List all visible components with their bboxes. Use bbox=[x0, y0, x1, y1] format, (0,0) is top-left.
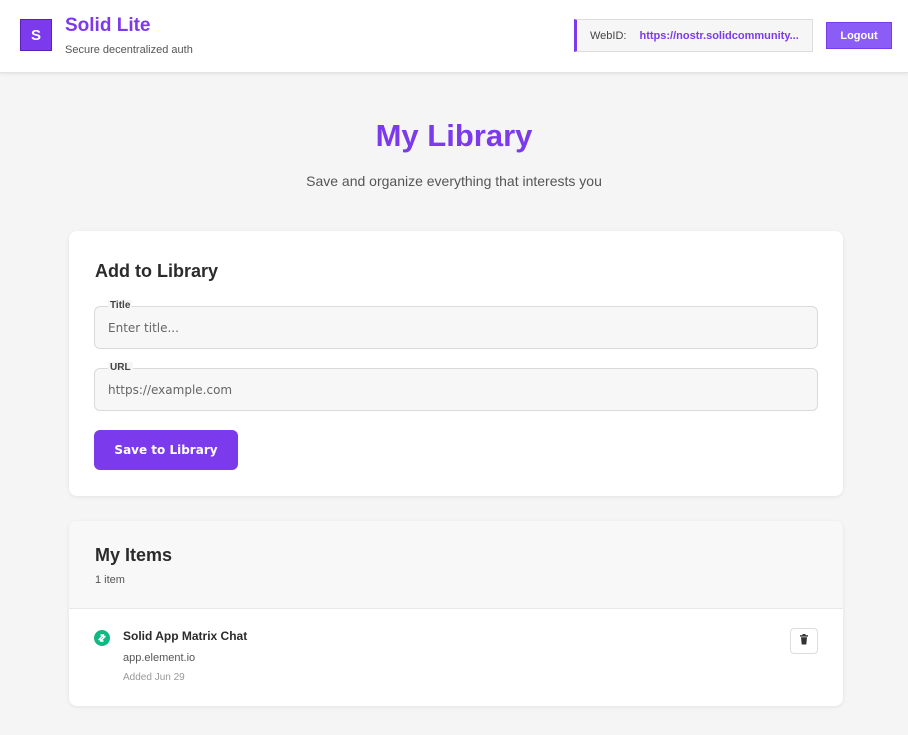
list-item[interactable]: Solid App Matrix Chat app.element.io Add… bbox=[69, 609, 843, 706]
add-card-heading: Add to Library bbox=[95, 261, 219, 281]
link-icon bbox=[94, 630, 110, 646]
app-logo: S bbox=[20, 19, 52, 51]
items-count: 1 item bbox=[95, 574, 125, 586]
title-field[interactable]: Title bbox=[94, 300, 818, 349]
add-to-library-card: Add to Library Title URL Save to Library bbox=[69, 231, 843, 496]
app-title: Solid Lite bbox=[65, 15, 151, 36]
save-to-library-button[interactable]: Save to Library bbox=[94, 430, 238, 470]
page-title: My Library bbox=[375, 118, 533, 153]
app-header: S Solid Lite Secure decentralized auth W… bbox=[0, 0, 908, 73]
title-input[interactable] bbox=[108, 319, 798, 337]
items-heading: My Items bbox=[95, 545, 173, 565]
url-field-label: URL bbox=[108, 362, 133, 373]
webid-display: WebID: https://nostr.solidcommunity... bbox=[574, 19, 813, 52]
item-domain: app.element.io bbox=[123, 652, 196, 664]
app-subtitle: Secure decentralized auth bbox=[65, 44, 193, 56]
items-header: My Items 1 item bbox=[69, 521, 843, 609]
delete-item-button[interactable] bbox=[790, 628, 818, 654]
webid-value[interactable]: https://nostr.solidcommunity... bbox=[639, 30, 799, 42]
url-input[interactable] bbox=[108, 381, 798, 399]
url-field[interactable]: URL bbox=[94, 362, 818, 411]
logout-button[interactable]: Logout bbox=[826, 22, 892, 49]
webid-label: WebID: bbox=[590, 29, 627, 42]
my-items-card: My Items 1 item Solid App Matrix Chat ap… bbox=[69, 521, 843, 706]
trash-icon bbox=[799, 632, 809, 650]
item-added-date: Added Jun 29 bbox=[123, 672, 185, 683]
title-field-label: Title bbox=[108, 300, 133, 311]
item-title[interactable]: Solid App Matrix Chat bbox=[123, 629, 247, 643]
page-subtitle: Save and organize everything that intere… bbox=[306, 173, 602, 189]
